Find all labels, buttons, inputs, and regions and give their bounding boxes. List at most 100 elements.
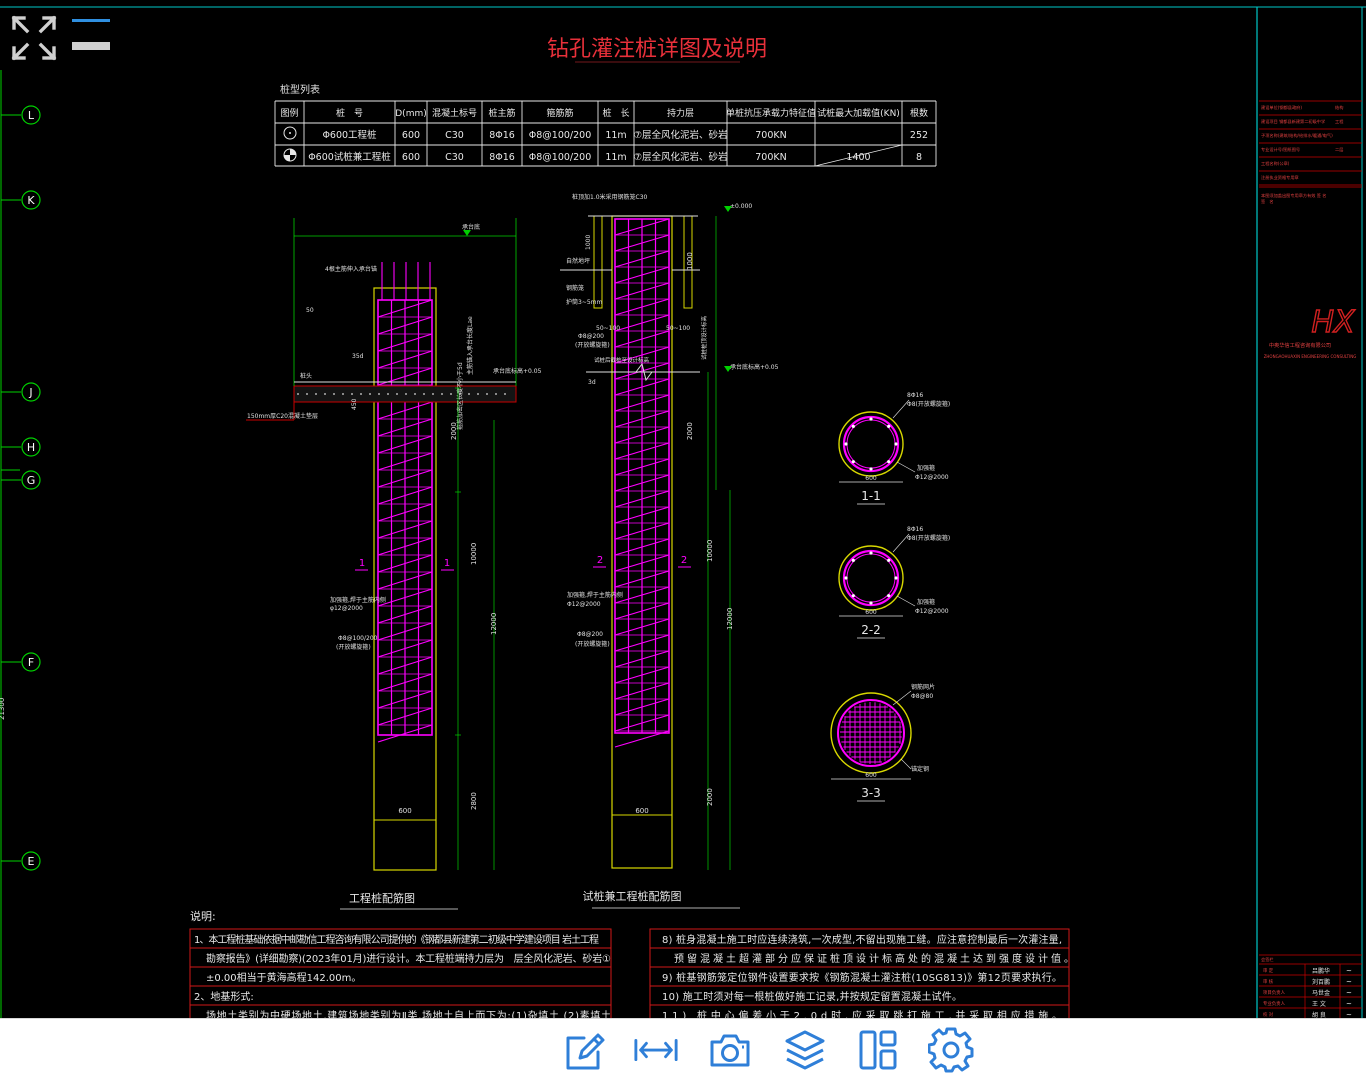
section-main-bar — [851, 594, 855, 598]
measure-button[interactable] — [633, 1027, 679, 1073]
section-leader — [900, 758, 912, 770]
settings-button[interactable] — [928, 1027, 974, 1073]
section-leader — [892, 690, 912, 706]
section-label: 8Φ16 — [907, 526, 923, 533]
gravel-dot — [369, 393, 371, 395]
table-header-cell: 单桩抗压承载力特征值 — [726, 107, 816, 119]
section-main-bar — [887, 424, 891, 428]
pile1-label: 桩头 — [300, 372, 312, 380]
layout-button[interactable] — [855, 1027, 901, 1073]
table-cell: Φ8@100/200 — [529, 130, 592, 141]
section-main-bar — [844, 576, 848, 580]
gear-icon — [928, 1027, 974, 1073]
grid-axis-label-h: H — [27, 441, 35, 454]
gravel-dot — [405, 393, 407, 395]
table-header-cell: 图例 — [280, 107, 298, 119]
pile1-label: 加强箍,焊于主筋内侧 — [330, 596, 386, 604]
gravel-dot — [342, 393, 344, 395]
gravel-dot — [495, 393, 497, 395]
pile1-label: 承台底 — [462, 223, 480, 231]
table-cell: 700KN — [755, 152, 786, 163]
grid-axes: L K J H G F E — [1, 105, 41, 871]
table-cell: Φ8@100/200 — [529, 152, 592, 163]
fullscreen-button[interactable] — [10, 14, 58, 62]
section-main-bar — [894, 576, 898, 580]
gravel-dot — [333, 393, 335, 395]
pile1-label: φ12@2000 — [330, 605, 363, 612]
gravel-dot — [315, 393, 317, 395]
pile1-label: (开放螺旋箍) — [336, 643, 371, 651]
gravel-dot — [396, 393, 398, 395]
pile1-label: 150mm厚C20混凝土垫层 — [247, 412, 318, 420]
table-header-cell: 桩 号 — [336, 107, 363, 119]
pile1-detail: 承台底 4根主筋伸入承台锚承台底标高+0.05 150mm厚C20混凝土垫层 桩头加强… — [246, 218, 542, 910]
pile1-dim-text: 12000 — [490, 613, 498, 635]
table-header-cell: 持力层 — [667, 107, 694, 119]
section-label: Φ8@80 — [911, 693, 933, 700]
section-name: 1-1 — [861, 489, 881, 503]
section-dim-text: 600 — [865, 772, 877, 779]
section-mark: 1 — [444, 558, 450, 569]
section-mark: 2 — [681, 555, 687, 566]
pile2-dim-text: 50~100 — [596, 325, 620, 332]
table-cell: C30 — [445, 152, 464, 163]
section-main-bar — [887, 460, 891, 464]
sign-name: 王 文 — [1312, 1000, 1326, 1008]
grid-axis-label-k: K — [27, 194, 35, 207]
section-main-bar — [869, 417, 873, 421]
sign-role: 项目负责人 — [1263, 989, 1286, 996]
titleblock-row-label: 专业设计号/图纸图号 — [1261, 146, 1300, 153]
sign-name: 马世金 — [1312, 989, 1330, 997]
pile2-label: Φ8@200 — [578, 333, 604, 340]
screenshot-button[interactable] — [707, 1027, 753, 1073]
table-cell: 8Φ16 — [489, 152, 515, 163]
cad-viewer[interactable]: 钻孔灌注桩详图及说明 L K J H G F E 21300 桩型列表 图例 桩 号 D(mm) 混… — [0, 0, 1366, 1018]
section-main-bar — [894, 442, 898, 446]
pile2-label: (开放螺旋箍) — [575, 640, 610, 648]
note-right-line: 9) 桩基钢筋笼定位钢件设置要求按《钢筋混凝土灌注桩(10SG813)》第12页… — [662, 971, 1062, 984]
pile1-label: 4根主筋伸入承台锚 — [325, 265, 377, 273]
pile1-dim-text: 600 — [398, 807, 411, 815]
pile2-label: 试桩桩顶设计标高 — [700, 315, 708, 360]
title-block: 建设单位(钢都县政府) 结构建设项目 钢都县新建第二初级中学 工程子项名称(建筑/结… — [1259, 100, 1362, 1018]
sign-mark: ~ — [1346, 1011, 1352, 1018]
pile2-dim-text: 50~100 — [666, 325, 690, 332]
left-dim-text: 21300 — [0, 698, 6, 720]
legend-pile-dot — [289, 132, 291, 134]
company-logo: HX — [1311, 305, 1356, 340]
layers-button[interactable] — [782, 1027, 828, 1073]
layout-icon — [859, 1030, 897, 1070]
notes-block: 说明: 1、本工程桩基础依据中邮勘信工程咨询有限公司提供的《钢都县新建第二初级中学… — [189, 909, 1074, 1018]
pile2-label: 桩顶加1.0米采用钢筋笼C30 — [572, 193, 648, 201]
note-left-line: ±0.00相当于黄海高程142.00m。 — [206, 971, 361, 984]
gravel-dot — [468, 393, 470, 395]
menu-button[interactable] — [70, 16, 112, 56]
pile1-dim-text: 450 — [351, 398, 358, 410]
bottom-toolbar — [0, 1018, 1366, 1081]
note-left-line: 2、地基形式: — [194, 990, 254, 1003]
gravel-dot — [423, 393, 425, 395]
note-right-line: 8) 桩身混凝土施工时应连续浇筑,一次成型,不留出现施工缝。应注意控制最后一次灌… — [662, 933, 1062, 946]
table-cell: 252 — [910, 130, 928, 141]
section-label: 加强箍 — [917, 464, 935, 472]
table-cell: 11m — [605, 130, 626, 141]
titleblock-row-value: 工程 — [1335, 118, 1344, 125]
table-cell: 8Φ16 — [489, 130, 515, 141]
cad-drawing[interactable]: 钻孔灌注桩详图及说明 L K J H G F E 21300 桩型列表图例 桩 号 D(mm) 混… — [0, 0, 1366, 1018]
pile2-label: 自然地坪 — [566, 257, 590, 265]
gravel-dot — [360, 393, 362, 395]
sign-role: 审 核 — [1263, 978, 1274, 985]
annotate-button[interactable] — [561, 1027, 607, 1073]
section-main-bar — [851, 460, 855, 464]
gravel-dot — [297, 393, 299, 395]
section-main-bar — [851, 424, 855, 428]
sign-role: 专业负责人 — [1263, 1000, 1286, 1007]
titleblock-row-value: 结构 — [1335, 104, 1343, 111]
grid-axis-label-f: F — [28, 656, 34, 669]
section-concrete — [838, 411, 904, 477]
sign-name: 吕鹏华 — [1312, 967, 1330, 975]
pile1-dim-text: 2000 — [450, 422, 458, 440]
section-main-bar — [887, 594, 891, 598]
section-label: 8Φ16 — [907, 392, 923, 399]
camera-icon — [710, 1034, 750, 1067]
